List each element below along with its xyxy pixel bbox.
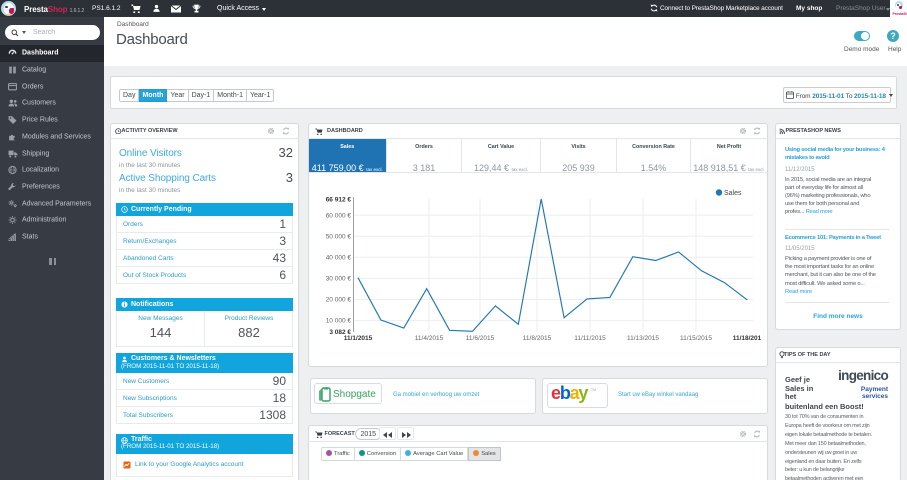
svg-text:11/4/2015: 11/4/2015 [415,335,444,342]
svg-text:10 000 €: 10 000 € [326,318,352,325]
svg-text:11/6/2015: 11/6/2015 [466,335,495,342]
svg-text:11/15/2015: 11/15/2015 [680,335,712,342]
svg-text:30 000 €: 30 000 € [326,276,352,283]
svg-text:11/11/2015: 11/11/2015 [574,335,606,342]
svg-text:11/1/2015: 11/1/2015 [344,335,373,342]
svg-text:Sales: Sales [724,190,742,197]
svg-text:20 000 €: 20 000 € [326,297,352,304]
svg-text:40 000 €: 40 000 € [326,255,352,262]
svg-text:50 000 €: 50 000 € [326,234,352,241]
svg-text:11/13/2015: 11/13/2015 [627,335,659,342]
svg-text:60 000 €: 60 000 € [326,213,352,220]
svg-text:66 912 €: 66 912 € [326,197,352,204]
svg-text:11/8/2015: 11/8/2015 [523,335,552,342]
svg-text:11/18/201: 11/18/201 [733,335,762,342]
